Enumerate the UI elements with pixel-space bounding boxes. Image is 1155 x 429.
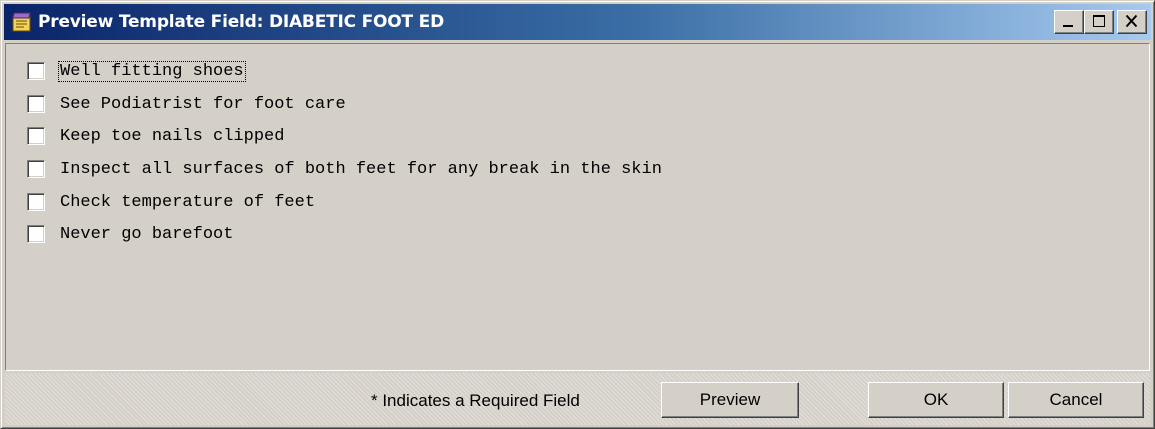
checkbox[interactable]: [27, 160, 45, 178]
window-controls: [1054, 10, 1147, 34]
preview-template-window: Preview Template Field: DIABETIC FOOT ED: [0, 0, 1155, 429]
checklist-item-label[interactable]: See Podiatrist for foot care: [59, 95, 347, 114]
checkbox[interactable]: [27, 225, 45, 243]
checkbox[interactable]: [27, 193, 45, 211]
template-notepad-icon: [10, 10, 34, 34]
minimize-button[interactable]: [1054, 10, 1084, 34]
checkbox[interactable]: [27, 95, 45, 113]
checklist-item[interactable]: Never go barefoot: [27, 221, 234, 247]
close-button[interactable]: [1117, 10, 1147, 34]
checklist-item[interactable]: Check temperature of feet: [27, 189, 316, 215]
maximize-button[interactable]: [1084, 10, 1114, 34]
checklist-item-label[interactable]: Well fitting shoes: [58, 60, 246, 82]
checklist-item[interactable]: Keep toe nails clipped: [27, 123, 285, 149]
checkbox[interactable]: [27, 127, 45, 145]
checklist-item[interactable]: See Podiatrist for foot care: [27, 91, 347, 117]
preview-button[interactable]: Preview: [661, 382, 799, 418]
checklist-item-label[interactable]: Never go barefoot: [59, 225, 234, 244]
minimize-icon: [1063, 25, 1073, 27]
ok-button[interactable]: OK: [868, 382, 1004, 418]
checkbox[interactable]: [27, 62, 45, 80]
checklist-item-label[interactable]: Check temperature of feet: [59, 193, 316, 212]
checklist-item-label[interactable]: Inspect all surfaces of both feet for an…: [59, 160, 663, 179]
maximize-icon: [1093, 15, 1105, 27]
cancel-button[interactable]: Cancel: [1008, 382, 1144, 418]
checklist-item-label[interactable]: Keep toe nails clipped: [59, 127, 285, 146]
window-title: Preview Template Field: DIABETIC FOOT ED: [38, 12, 444, 32]
dialog-footer: * Indicates a Required Field Preview OK …: [5, 373, 1150, 425]
checklist-item[interactable]: Well fitting shoes: [27, 58, 246, 84]
title-bar[interactable]: Preview Template Field: DIABETIC FOOT ED: [4, 4, 1151, 40]
checklist-panel: Well fitting shoes See Podiatrist for fo…: [5, 43, 1150, 371]
required-field-note: * Indicates a Required Field: [371, 391, 580, 410]
close-icon: [1125, 14, 1138, 28]
checklist-item[interactable]: Inspect all surfaces of both feet for an…: [27, 156, 663, 182]
